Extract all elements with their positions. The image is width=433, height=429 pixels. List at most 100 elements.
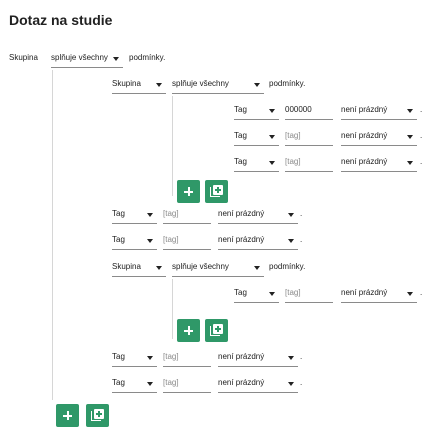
panel-title: Dotaz na studie xyxy=(9,12,113,28)
tag-condition-row: Tag [tag] není prázdný . xyxy=(234,154,426,172)
tag-condition-value: není prázdný xyxy=(341,105,388,114)
group-operator-select[interactable]: splňuje všechny xyxy=(172,259,264,277)
item-type-value: Tag xyxy=(112,209,125,218)
tag-condition-row: Tag [tag] není prázdný . xyxy=(112,232,304,250)
tag-condition-select[interactable]: není prázdný xyxy=(341,154,417,172)
item-type-value: Skupina xyxy=(112,262,141,271)
period: . xyxy=(300,209,303,218)
tag-input[interactable]: [tag] xyxy=(163,232,211,250)
group-operator-value: splňuje všechny xyxy=(51,53,108,62)
tag-input[interactable]: [tag] xyxy=(163,375,211,393)
chevron-down-icon xyxy=(254,266,260,270)
item-type-value: Tag xyxy=(112,352,125,361)
item-type-value: Tag xyxy=(112,235,125,244)
item-type-select[interactable]: Skupina xyxy=(112,259,166,277)
group-operator-select[interactable]: splňuje všechny xyxy=(172,76,264,94)
item-type-select[interactable]: Tag xyxy=(234,154,279,172)
tag-condition-value: není prázdný xyxy=(218,352,265,361)
item-type-value: Tag xyxy=(234,288,247,297)
tag-input-value: 000000 xyxy=(285,105,312,114)
item-type-value: Tag xyxy=(234,157,247,166)
period: . xyxy=(420,105,423,114)
item-type-select[interactable]: Tag xyxy=(112,206,157,224)
chevron-down-icon xyxy=(407,135,413,139)
period: . xyxy=(300,235,303,244)
tag-input[interactable]: [tag] xyxy=(285,285,333,303)
tag-condition-row: Tag 000000 není prázdný . xyxy=(234,102,426,120)
subgroup-row: Skupina splňuje všechny podmínky. xyxy=(112,76,412,94)
tag-condition-value: není prázdný xyxy=(218,209,265,218)
tag-input-placeholder: [tag] xyxy=(285,157,301,166)
chevron-down-icon xyxy=(288,356,294,360)
tag-condition-select[interactable]: není prázdný xyxy=(341,285,417,303)
chevron-down-icon xyxy=(269,109,275,113)
add-condition-button[interactable] xyxy=(177,180,200,203)
tag-input[interactable]: [tag] xyxy=(163,206,211,224)
add-group-button[interactable] xyxy=(205,319,228,342)
chevron-down-icon xyxy=(156,83,162,87)
tag-condition-value: není prázdný xyxy=(341,288,388,297)
tag-condition-select[interactable]: není prázdný xyxy=(341,102,417,120)
add-group-button[interactable] xyxy=(86,404,109,427)
tag-condition-select[interactable]: není prázdný xyxy=(218,206,298,224)
tag-input-placeholder: [tag] xyxy=(163,352,179,361)
chevron-down-icon xyxy=(113,57,119,61)
tag-input-placeholder: [tag] xyxy=(163,378,179,387)
chevron-down-icon xyxy=(407,109,413,113)
add-condition-button[interactable] xyxy=(56,404,79,427)
chevron-down-icon xyxy=(269,135,275,139)
subgroup-line xyxy=(172,96,173,196)
tag-condition-row: Tag [tag] není prázdný . xyxy=(234,128,426,146)
subgroup-row: Skupina splňuje všechny podmínky. xyxy=(112,259,412,277)
tag-input[interactable]: 000000 xyxy=(285,102,333,120)
tag-condition-value: není prázdný xyxy=(218,235,265,244)
root-group-row: Skupina splňuje všechny podmínky. xyxy=(9,50,309,68)
tag-condition-row: Tag [tag] není prázdný . xyxy=(112,375,304,393)
chevron-down-icon xyxy=(269,161,275,165)
group-operator-select[interactable]: splňuje všechny xyxy=(51,50,123,68)
tag-condition-select[interactable]: není prázdný xyxy=(218,232,298,250)
item-type-select[interactable]: Tag xyxy=(112,375,157,393)
chevron-down-icon xyxy=(407,292,413,296)
item-type-value: Tag xyxy=(234,131,247,140)
root-group-line xyxy=(52,70,53,400)
period: . xyxy=(420,131,423,140)
item-type-select[interactable]: Tag xyxy=(234,102,279,120)
chevron-down-icon xyxy=(269,292,275,296)
tag-condition-select[interactable]: není prázdný xyxy=(218,349,298,367)
period: . xyxy=(420,288,423,297)
chevron-down-icon xyxy=(156,266,162,270)
tag-condition-select[interactable]: není prázdný xyxy=(218,375,298,393)
item-type-select[interactable]: Skupina xyxy=(112,76,166,94)
item-type-select[interactable]: Tag xyxy=(112,232,157,250)
tag-input-placeholder: [tag] xyxy=(285,131,301,140)
tag-input[interactable]: [tag] xyxy=(285,154,333,172)
tag-condition-value: není prázdný xyxy=(218,378,265,387)
tag-input-placeholder: [tag] xyxy=(163,209,179,218)
chevron-down-icon xyxy=(288,239,294,243)
period: . xyxy=(300,352,303,361)
add-group-button[interactable] xyxy=(205,180,228,203)
tag-condition-row: Tag [tag] není prázdný . xyxy=(112,349,304,367)
item-type-select[interactable]: Tag xyxy=(234,128,279,146)
item-type-select[interactable]: Tag xyxy=(234,285,279,303)
group-operator-value: splňuje všechny xyxy=(172,262,229,271)
study-query-panel: Dotaz na studie Skupina splňuje všechny … xyxy=(0,0,425,429)
subgroup-line xyxy=(172,279,173,339)
tag-input-placeholder: [tag] xyxy=(163,235,179,244)
tag-condition-select[interactable]: není prázdný xyxy=(341,128,417,146)
item-type-value: Tag xyxy=(112,378,125,387)
item-type-value: Tag xyxy=(234,105,247,114)
tag-condition-row: Tag [tag] není prázdný . xyxy=(234,285,426,303)
conditions-label: podmínky. xyxy=(269,79,306,88)
chevron-down-icon xyxy=(407,161,413,165)
chevron-down-icon xyxy=(288,213,294,217)
tag-input[interactable]: [tag] xyxy=(285,128,333,146)
group-operator-value: splňuje všechny xyxy=(172,79,229,88)
chevron-down-icon xyxy=(147,239,153,243)
tag-input[interactable]: [tag] xyxy=(163,349,211,367)
add-condition-button[interactable] xyxy=(177,319,200,342)
chevron-down-icon xyxy=(147,382,153,386)
period: . xyxy=(300,378,303,387)
item-type-select[interactable]: Tag xyxy=(112,349,157,367)
